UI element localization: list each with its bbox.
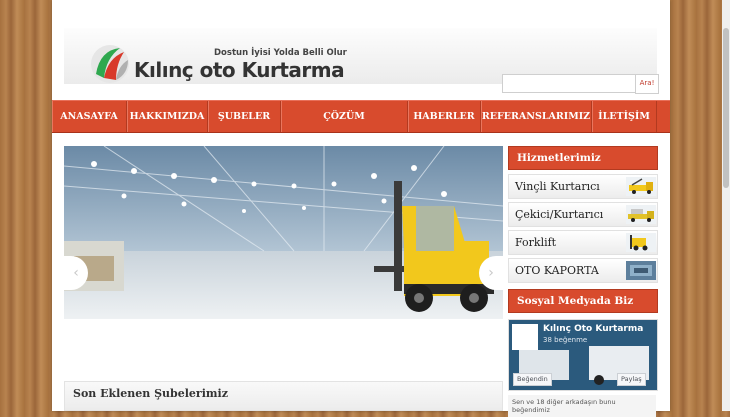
site-header: Dostun İyisi Yolda Belli Olur Kılınç oto… — [64, 28, 659, 94]
branches-heading: Son Eklenen Şubelerimiz — [73, 387, 228, 400]
facebook-share-button[interactable]: Paylaş — [617, 373, 646, 386]
service-label: Vinçli Kurtarıcı — [515, 180, 600, 193]
nav-item-anasayfa[interactable]: ANASAYFA — [52, 101, 127, 132]
tow-truck-thumbnail — [626, 205, 656, 224]
forklift-thumbnail — [626, 233, 656, 252]
services-heading: Hizmetlerimiz — [508, 146, 658, 170]
service-label: Forklift — [515, 236, 557, 249]
facebook-page-avatar[interactable] — [512, 324, 538, 350]
auto-body-thumbnail — [626, 261, 656, 280]
search-button[interactable]: Ara! — [635, 74, 659, 94]
nav-item-iletisim[interactable]: İLETİŞİM — [592, 101, 657, 132]
site-logo-text[interactable]: Kılınç oto Kurtarma — [134, 58, 345, 82]
service-item-forklift[interactable]: Forklift — [508, 230, 658, 255]
service-item-oto-kaporta[interactable]: OTO KAPORTA — [508, 258, 658, 283]
nav-item-haberler[interactable]: HABERLER — [408, 101, 481, 132]
service-item-cekici-kurtarici[interactable]: Çekici/Kurtarıcı — [508, 202, 658, 227]
latest-branches-section: Son Eklenen Şubelerimiz — [64, 381, 503, 411]
search-input[interactable] — [502, 74, 636, 93]
service-label: Çekici/Kurtarıcı — [515, 208, 604, 221]
page-container: Dostun İyisi Yolda Belli Olur Kılınç oto… — [52, 0, 670, 417]
sidebar: Hizmetlerimiz Vinçli Kurtarıcı Çekici/Ku… — [508, 146, 658, 417]
nav-item-subeler[interactable]: ŞUBELER — [208, 101, 281, 132]
warehouse-forklift-image — [64, 146, 503, 319]
service-item-vincli-kurtarici[interactable]: Vinçli Kurtarıcı — [508, 174, 658, 199]
tow-truck-crane-thumbnail — [626, 177, 656, 196]
image-slider: ‹ › — [64, 146, 503, 319]
services-list: Vinçli Kurtarıcı Çekici/Kurtarıcı Forkli… — [508, 174, 658, 283]
scrollbar-thumb[interactable] — [723, 28, 729, 188]
main-navigation: ANASAYFA HAKKIMIZDA ŞUBELER ÇÖZÜM ORTAKL… — [52, 100, 670, 153]
service-label: OTO KAPORTA — [515, 264, 599, 277]
logo-icon[interactable] — [90, 44, 130, 84]
social-media-heading: Sosyal Medyada Biz — [508, 289, 658, 313]
facebook-like-count: 38 beğenme — [543, 336, 588, 344]
facebook-like-button[interactable]: Beğendin — [513, 373, 552, 386]
facebook-friends-text: Sen ve 18 diğer arkadaşın bunu beğendimi… — [508, 395, 656, 417]
nav-item-cozum-ortaklarimiz[interactable]: ÇÖZÜM ORTAKLARIMIZ — [281, 101, 408, 153]
page-scrollbar[interactable] — [722, 0, 730, 411]
facebook-page-widget[interactable]: Kılınç Oto Kurtarma 38 beğenme Beğendin … — [508, 319, 658, 391]
logo-slogan: Dostun İyisi Yolda Belli Olur — [214, 48, 347, 58]
facebook-page-name[interactable]: Kılınç Oto Kurtarma — [543, 324, 643, 334]
nav-item-hakkimizda[interactable]: HAKKIMIZDA — [127, 101, 208, 132]
nav-item-referanslarimiz[interactable]: REFERANSLARIMIZ — [481, 101, 592, 132]
